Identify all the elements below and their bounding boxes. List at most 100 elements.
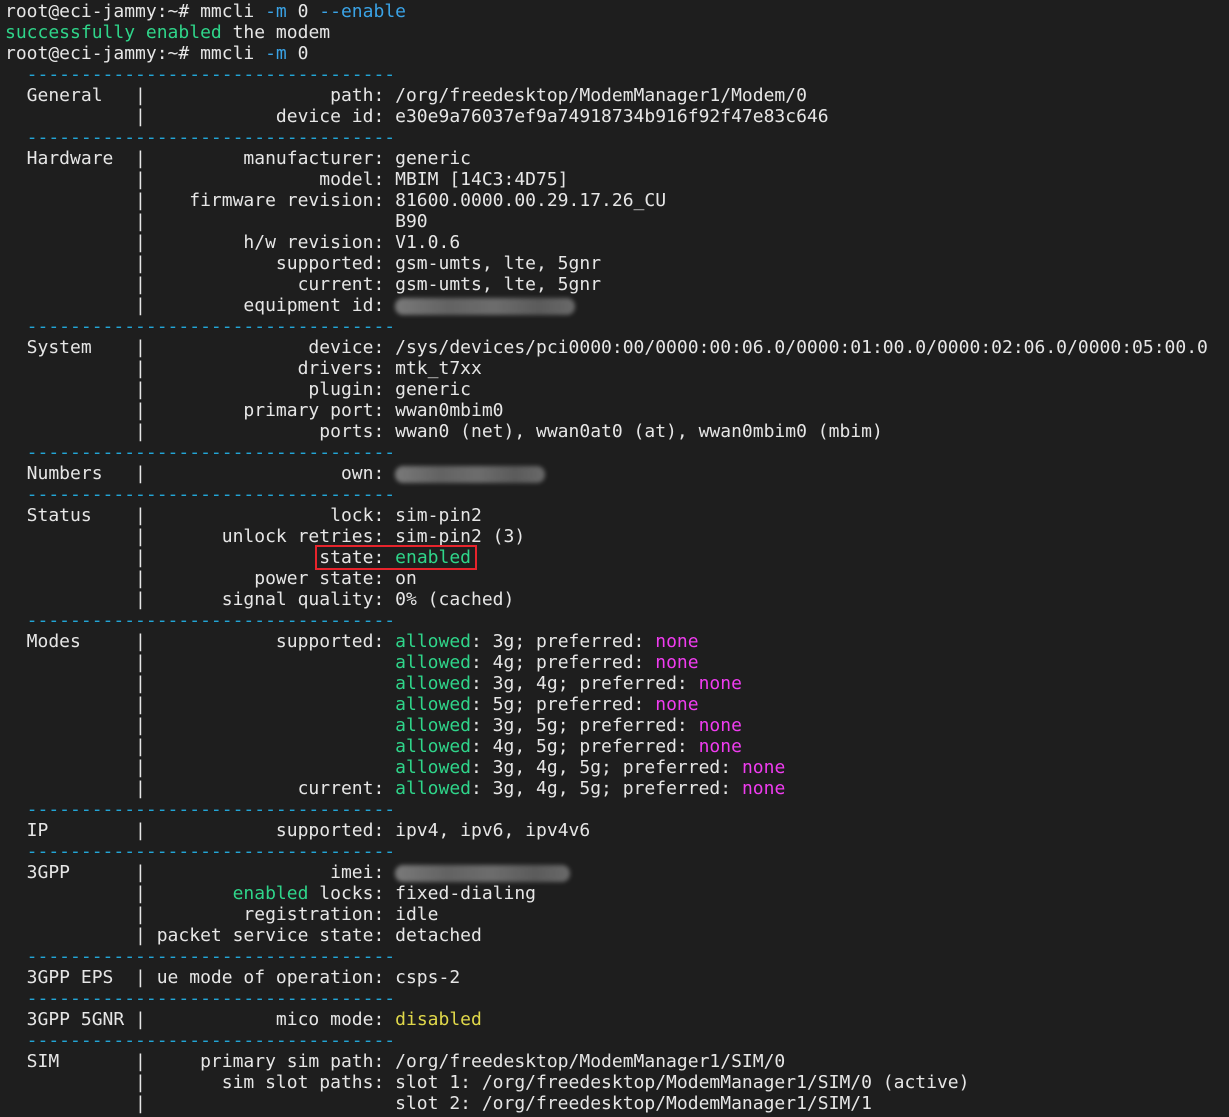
terminal-line: | drivers: mtk_t7xx [5,358,1229,379]
separator-line: ---------------------------------- [5,946,1229,967]
terminal-text-segment: Status | lock: sim-pin2 [5,505,482,526]
terminal-text-segment: disabled [395,1009,482,1030]
terminal-text-segment: : 3g; preferred: [471,631,656,652]
terminal-text-segment: System | device: /sys/devices/pci0000:00… [5,337,1208,358]
terminal-line: | registration: idle [5,904,1229,925]
terminal-line: root@eci-jammy:~# mmcli -m 0 --enable [5,1,1229,22]
separator-line: ---------------------------------- [5,799,1229,820]
terminal-text-segment: allowed [395,652,471,673]
separator-line: ---------------------------------- [5,610,1229,631]
terminal-text-segment: | B90 [5,211,428,232]
terminal-text-segment: | [5,715,396,736]
terminal-line: 3GPP 5GNR | mico mode: disabled [5,1009,1229,1030]
terminal-line: IP | supported: ipv4, ipv6, ipv4v6 [5,820,1229,841]
separator-line: ---------------------------------- [5,316,1229,337]
redacted-value [395,465,546,483]
terminal-text-segment: allowed [395,694,471,715]
terminal-text-segment: | plugin: generic [5,379,471,400]
terminal-text-segment: root@eci-jammy:~# mmcli [5,1,266,22]
terminal-text-segment: allowed [395,778,471,799]
terminal-line: | primary port: wwan0mbim0 [5,400,1229,421]
terminal-text-segment: | [5,694,396,715]
terminal-text-segment: Hardware | manufacturer: generic [5,148,471,169]
terminal-text-segment: allowed [395,736,471,757]
separator-line: ---------------------------------- [5,988,1229,1009]
terminal-line: General | path: /org/freedesktop/ModemMa… [5,85,1229,106]
terminal-text-segment: allowed [395,715,471,736]
terminal-text-segment: 3GPP 5GNR | mico mode: [5,1009,396,1030]
terminal-text-segment: | registration: idle [5,904,439,925]
terminal-line: | unlock retries: sim-pin2 (3) [5,526,1229,547]
terminal-text-segment: | h/w revision: V1.0.6 [5,232,461,253]
terminal-text-segment: -m [265,1,287,22]
terminal-text-segment: : 4g, 5g; preferred: [471,736,699,757]
terminal-text-segment: Modes | supported: [5,631,396,652]
terminal-text-segment: enabled [395,547,471,568]
terminal-line: successfully enabled the modem [5,22,1229,43]
terminal-text-segment: General | path: /org/freedesktop/ModemMa… [5,85,807,106]
terminal-text-segment: | model: MBIM [14C3:4D75] [5,169,569,190]
terminal-text-segment: | [5,736,396,757]
terminal-line: | allowed: 3g, 4g; preferred: none [5,673,1229,694]
terminal-text-segment: : 3g, 4g; preferred: [471,673,699,694]
terminal-line: | sim slot paths: slot 1: /org/freedeskt… [5,1072,1229,1093]
terminal-text-segment: | signal quality: 0% (cached) [5,589,515,610]
redacted-value [395,297,576,315]
terminal-line: | allowed: 4g, 5g; preferred: none [5,736,1229,757]
terminal-text-segment: none [698,673,742,694]
terminal-line: | allowed: 3g, 4g, 5g; preferred: none [5,757,1229,778]
terminal-text-segment: | primary port: wwan0mbim0 [5,400,504,421]
separator-text: ---------------------------------- [5,127,396,148]
separator-line: ---------------------------------- [5,442,1229,463]
terminal-line: | supported: gsm-umts, lte, 5gnr [5,253,1229,274]
separator-text: ---------------------------------- [5,64,396,85]
redacted-value [395,864,571,882]
terminal-text-segment: | device id: e30e9a76037ef9a74918734b916… [5,106,829,127]
terminal-text-segment: allowed [395,757,471,778]
terminal-text-segment: | unlock retries: sim-pin2 (3) [5,526,526,547]
terminal-line: 3GPP | imei: [5,862,1229,883]
terminal-line: root@eci-jammy:~# mmcli -m 0 [5,43,1229,64]
separator-line: ---------------------------------- [5,484,1229,505]
terminal-text-segment: the modem [221,22,331,43]
terminal-line: Hardware | manufacturer: generic [5,148,1229,169]
terminal-text-segment: : 3g, 5g; preferred: [471,715,699,736]
terminal-line: | ports: wwan0 (net), wwan0at0 (at), wwa… [5,421,1229,442]
terminal-text-segment: none [741,757,786,778]
terminal-line: | h/w revision: V1.0.6 [5,232,1229,253]
terminal-line: | signal quality: 0% (cached) [5,589,1229,610]
terminal-line: System | device: /sys/devices/pci0000:00… [5,337,1229,358]
terminal-text-segment: : 5g; preferred: [471,694,656,715]
terminal-line: Numbers | own: [5,463,1229,484]
terminal-text-segment: none [698,715,742,736]
terminal-text-segment: -m [265,43,287,64]
terminal-text-segment: enabled [232,883,309,904]
terminal-line: Status | lock: sim-pin2 [5,505,1229,526]
terminal-text-segment: none [741,778,786,799]
terminal-text-segment: | [5,883,233,904]
terminal-line: | current: gsm-umts, lte, 5gnr [5,274,1229,295]
terminal-text-segment: successfully enabled [5,22,222,43]
separator-text: ---------------------------------- [5,610,396,631]
terminal-line: | allowed: 5g; preferred: none [5,694,1229,715]
terminal-text-segment: | state: [5,547,396,568]
terminal-line: | power state: on [5,568,1229,589]
terminal-text-segment: --enable [319,1,406,22]
terminal-text-segment: | [5,757,396,778]
terminal-text-segment: 3GPP EPS | ue mode of operation: csps-2 [5,967,461,988]
terminal-text-segment: | packet service state: detached [5,925,482,946]
separator-text: ---------------------------------- [5,988,396,1009]
terminal-text-segment: | [5,673,396,694]
terminal-text-segment: 0 [286,1,320,22]
terminal-line: | B90 [5,211,1229,232]
terminal-window[interactable]: root@eci-jammy:~# mmcli -m 0 --enable suc… [0,0,1229,1117]
terminal-text-segment: IP | supported: ipv4, ipv6, ipv4v6 [5,820,591,841]
terminal-text-segment: | ports: wwan0 (net), wwan0at0 (at), wwa… [5,421,883,442]
terminal-text-segment: allowed [395,631,471,652]
terminal-text-segment: Numbers | own: [5,463,396,484]
terminal-text-segment: none [655,694,699,715]
terminal-line: | allowed: 3g, 5g; preferred: none [5,715,1229,736]
separator-text: ---------------------------------- [5,1030,396,1051]
terminal-text-segment: | supported: gsm-umts, lte, 5gnr [5,253,602,274]
separator-text: ---------------------------------- [5,799,396,820]
